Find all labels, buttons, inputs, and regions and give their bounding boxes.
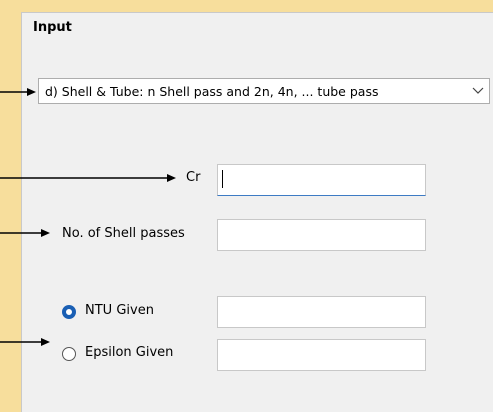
ntu-given-label[interactable]: NTU Given — [85, 303, 154, 318]
epsilon-given-radio[interactable] — [62, 347, 76, 361]
dropdown-selected-value: d) Shell & Tube: n Shell pass and 2n, 4n… — [45, 83, 379, 99]
ntu-value-input[interactable] — [217, 296, 426, 328]
group-title: Input — [33, 20, 72, 35]
epsilon-given-label[interactable]: Epsilon Given — [85, 345, 173, 360]
cr-label: Cr — [186, 170, 201, 185]
ntu-given-radio[interactable] — [62, 305, 76, 319]
shell-passes-label: No. of Shell passes — [62, 226, 185, 241]
exchanger-type-dropdown[interactable]: d) Shell & Tube: n Shell pass and 2n, 4n… — [38, 78, 490, 104]
shell-passes-input[interactable] — [217, 219, 426, 251]
chevron-down-icon[interactable] — [467, 79, 489, 103]
cr-input[interactable] — [217, 164, 426, 196]
text-caret — [222, 170, 223, 188]
epsilon-value-input[interactable] — [217, 339, 426, 371]
